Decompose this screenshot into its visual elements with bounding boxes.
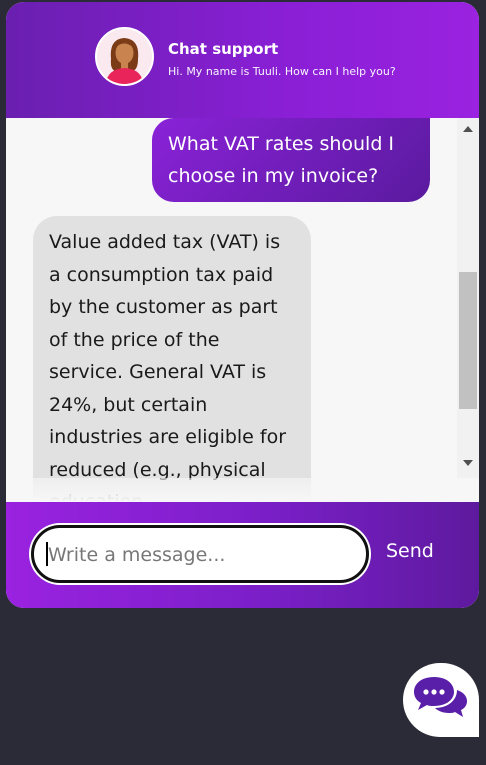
chat-widget: Chat support Hi. My name is Tuuli. How c… (6, 2, 479, 608)
scroll-down-arrow-icon[interactable] (463, 460, 473, 466)
agent-avatar-icon (97, 29, 152, 84)
text-caret (46, 542, 48, 566)
send-button[interactable]: Send (386, 540, 434, 562)
user-message: What VAT rates should I choose in my inv… (152, 118, 430, 202)
message-fade (6, 478, 479, 502)
scroll-thumb[interactable] (459, 272, 477, 409)
bot-message: Value added tax (VAT) is a consumption t… (33, 216, 311, 502)
chat-bubbles-icon (414, 677, 467, 717)
message-input[interactable] (46, 528, 360, 582)
chat-title: Chat support (168, 40, 279, 58)
chat-subtitle: Hi. My name is Tuuli. How can I help you… (168, 65, 396, 78)
scroll-up-arrow-icon[interactable] (463, 126, 473, 132)
message-scrollbar[interactable] (457, 118, 479, 478)
chat-launcher-button[interactable] (403, 663, 479, 737)
agent-avatar (95, 27, 154, 86)
message-list[interactable]: What VAT rates should I choose in my inv… (6, 118, 479, 502)
chat-header: Chat support Hi. My name is Tuuli. How c… (6, 2, 479, 118)
composer: Send (6, 502, 479, 608)
message-input-wrapper[interactable] (31, 525, 369, 583)
